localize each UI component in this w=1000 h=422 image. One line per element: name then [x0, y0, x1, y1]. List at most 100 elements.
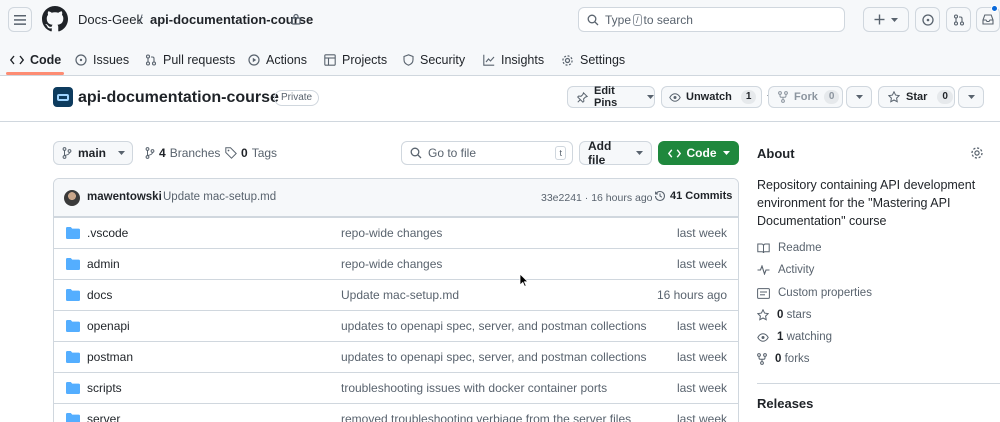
caret-down-icon — [722, 151, 730, 155]
tab-label: Issues — [93, 53, 130, 67]
tags-link[interactable]: 0 Tags — [225, 146, 277, 160]
tab-security[interactable]: Security — [403, 44, 465, 76]
tab-issues[interactable]: Issues — [75, 44, 129, 76]
branches-link[interactable]: 4 Branches — [145, 146, 220, 160]
branch-select-button[interactable]: main — [53, 141, 133, 165]
file-name[interactable]: postman — [87, 350, 133, 364]
breadcrumb-repo[interactable]: api-documentation-course — [150, 12, 313, 28]
branch-name: main — [78, 146, 107, 160]
folder-icon — [66, 227, 80, 239]
github-logo-icon[interactable] — [42, 6, 68, 32]
file-commit-message[interactable]: repo-wide changes — [341, 257, 442, 271]
tab-actions[interactable]: Actions — [248, 44, 307, 76]
star-count: 0 — [937, 90, 953, 104]
create-new-button[interactable] — [863, 7, 909, 32]
tab-pull-requests[interactable]: Pull requests — [145, 44, 235, 76]
releases-heading[interactable]: Releases — [757, 396, 813, 411]
commit-message[interactable]: Update mac-setup.md — [163, 191, 276, 203]
file-name[interactable]: scripts — [87, 381, 122, 395]
tab-projects[interactable]: Projects — [324, 44, 387, 76]
about-heading: About — [757, 146, 795, 161]
pull-requests-button[interactable] — [946, 7, 971, 32]
table-row[interactable]: openapi updates to openapi spec, server,… — [54, 310, 738, 341]
file-name[interactable]: .vscode — [87, 226, 128, 240]
history-icon — [654, 190, 666, 202]
go-to-file-input[interactable]: Go to file t — [401, 141, 573, 165]
table-row[interactable]: docs Update mac-setup.md 16 hours ago — [54, 279, 738, 310]
caret-down-icon — [118, 151, 126, 155]
star-label: Star — [906, 91, 928, 103]
tab-label: Projects — [342, 53, 388, 67]
file-commit-message[interactable]: Update mac-setup.md — [341, 288, 459, 302]
code-button[interactable]: Code — [658, 141, 739, 165]
file-commit-message[interactable]: troubleshooting issues with docker conta… — [341, 381, 607, 395]
play-icon — [248, 54, 260, 66]
branches-count: 4 — [159, 146, 166, 160]
file-commit-message[interactable]: removed troubleshooting verbiage from th… — [341, 412, 631, 422]
file-commit-message[interactable]: updates to openapi spec, server, and pos… — [341, 350, 647, 364]
star-button[interactable]: Star 0 — [878, 86, 955, 108]
search-shortcut-key: / — [633, 13, 642, 26]
file-name[interactable]: admin — [87, 257, 120, 271]
tab-settings[interactable]: Settings — [561, 44, 625, 76]
hamburger-icon — [14, 14, 26, 25]
commit-author[interactable]: mawentowski — [87, 191, 162, 203]
unwatch-button[interactable]: Unwatch 1 — [661, 86, 775, 108]
file-commit-message[interactable]: updates to openapi spec, server, and pos… — [341, 319, 647, 333]
breadcrumb-owner[interactable]: Docs-Geek — [78, 12, 143, 28]
tab-label: Settings — [580, 53, 626, 67]
forks-label: forks — [784, 353, 810, 365]
activity-link[interactable]: Activity — [757, 264, 814, 276]
sidebar-divider — [757, 383, 1000, 384]
table-icon — [324, 54, 336, 66]
readme-link[interactable]: Readme — [757, 242, 821, 254]
edit-pins-button[interactable]: Edit Pins — [567, 85, 655, 109]
repo-avatar — [53, 87, 73, 107]
custom-properties-link[interactable]: Custom properties — [757, 287, 872, 299]
issue-icon — [75, 54, 87, 66]
table-row[interactable]: scripts troubleshooting issues with dock… — [54, 372, 738, 403]
table-row[interactable]: .vscode repo-wide changes last week — [54, 217, 738, 248]
fork-button[interactable]: Fork 0 — [768, 86, 843, 108]
pulse-icon — [757, 265, 770, 275]
caret-down-icon — [855, 95, 863, 99]
inbox-icon — [982, 14, 994, 25]
repo-nav-tabs: Code Issues Pull requests Actions Projec… — [0, 44, 1000, 76]
file-name[interactable]: docs — [87, 288, 112, 302]
star-dropdown-button[interactable] — [958, 86, 984, 108]
add-file-button[interactable]: Add file — [579, 139, 652, 167]
commit-hash-time[interactable]: 33e2241 · 16 hours ago — [541, 192, 653, 204]
code-icon — [667, 148, 681, 158]
gear-icon[interactable] — [970, 146, 984, 160]
tab-insights[interactable]: Insights — [483, 44, 544, 76]
file-commit-date: last week — [676, 226, 727, 240]
watching-link[interactable]: 1 watching — [757, 331, 832, 343]
latest-commit-row: mawentowski Update mac-setup.md 33e2241 … — [54, 179, 738, 217]
folder-icon — [66, 320, 80, 332]
avatar[interactable] — [64, 190, 80, 206]
header-divider — [0, 121, 1000, 122]
forks-link[interactable]: 0 forks — [757, 353, 810, 365]
table-row[interactable]: admin repo-wide changes last week — [54, 248, 738, 279]
tab-label: Insights — [501, 53, 545, 67]
table-row[interactable]: server removed troubleshooting verbiage … — [54, 403, 738, 422]
pull-request-icon — [145, 54, 157, 66]
stars-link[interactable]: 0 stars — [757, 309, 812, 321]
repo-title[interactable]: api-documentation-course — [78, 89, 279, 107]
fork-icon — [757, 353, 767, 365]
table-row[interactable]: postman updates to openapi spec, server,… — [54, 341, 738, 372]
repo-description: Repository containing API development en… — [757, 178, 976, 228]
stars-count: 0 — [777, 309, 784, 321]
issues-button[interactable] — [915, 7, 940, 32]
file-commit-message[interactable]: repo-wide changes — [341, 226, 442, 240]
search-input[interactable]: Type / to search — [578, 7, 845, 32]
commits-history-link[interactable]: 41 Commits — [654, 190, 732, 202]
unwatch-label: Unwatch — [686, 91, 732, 103]
note-icon — [757, 287, 770, 299]
go-to-file-placeholder: Go to file — [428, 146, 477, 160]
file-name[interactable]: openapi — [87, 319, 130, 333]
menu-button[interactable] — [8, 7, 32, 32]
gear-icon — [561, 54, 574, 67]
fork-dropdown-button[interactable] — [846, 86, 872, 108]
file-name[interactable]: server — [87, 412, 120, 422]
